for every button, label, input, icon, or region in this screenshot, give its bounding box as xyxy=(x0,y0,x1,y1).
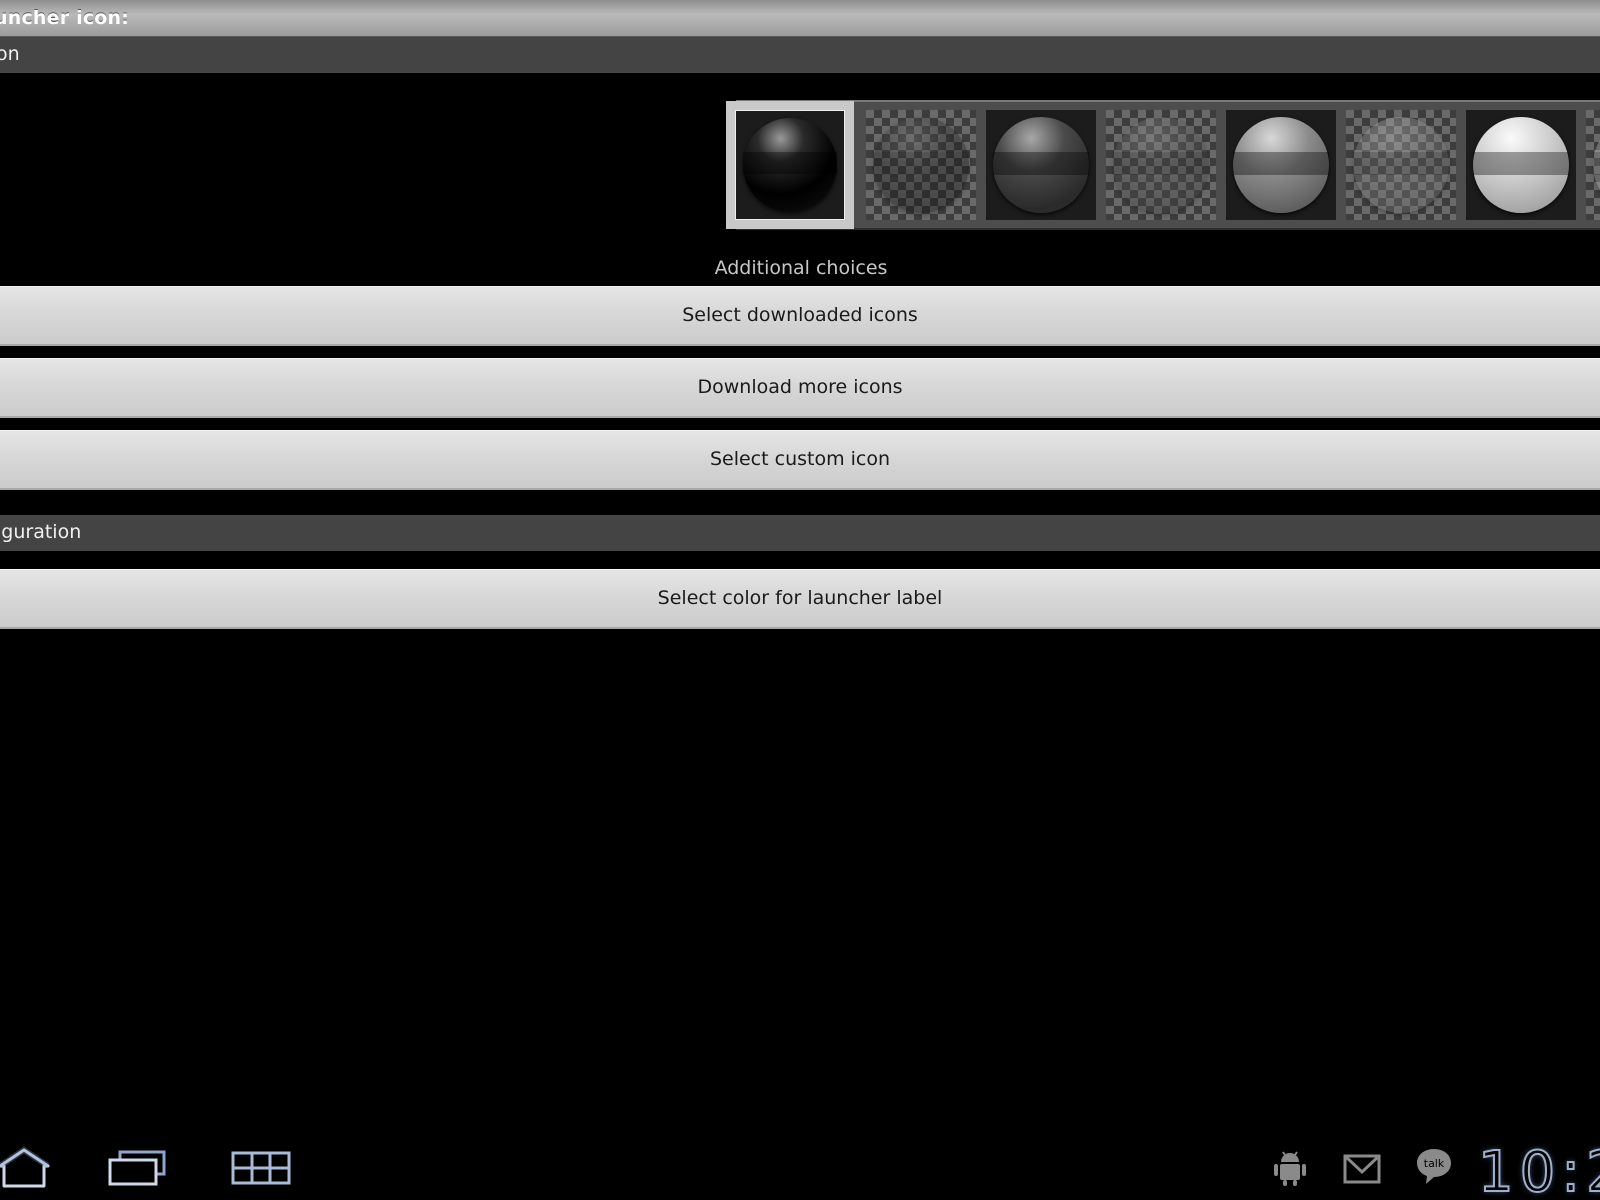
icon-option-light-gray[interactable] xyxy=(1466,110,1576,220)
dialog-title: uncher icon: xyxy=(0,7,130,29)
icon-option-gray[interactable] xyxy=(1226,110,1336,220)
select-color-launcher-label-text: Select color for launcher label xyxy=(657,587,943,609)
gmail-icon[interactable] xyxy=(1343,1154,1381,1184)
section-header-configuration: iguration xyxy=(0,515,1600,551)
icon-option-gray-transparent[interactable] xyxy=(1346,110,1456,220)
select-downloaded-icons-label: Select downloaded icons xyxy=(682,304,918,326)
select-color-launcher-label-button[interactable]: Select color for launcher label xyxy=(0,569,1600,629)
talk-badge-text: talk xyxy=(1424,1157,1445,1170)
status-clock: 10:2 xyxy=(1477,1139,1600,1200)
section-header-icon: on xyxy=(0,37,1600,73)
icon-option-partial[interactable] xyxy=(1586,110,1600,220)
screen: uncher icon: on Additional choices Selec… xyxy=(0,0,1600,1200)
orb-dark-gray-icon xyxy=(993,117,1089,213)
icon-option-dark-gray-transparent[interactable] xyxy=(1106,110,1216,220)
select-custom-icon-button[interactable]: Select custom icon xyxy=(0,430,1600,490)
download-more-icons-button[interactable]: Download more icons xyxy=(0,358,1600,418)
icon-option-black-selected[interactable] xyxy=(726,101,854,229)
recent-apps-icon[interactable] xyxy=(106,1148,168,1188)
orb-dark-gray-transparent-icon xyxy=(1113,117,1209,213)
home-icon[interactable] xyxy=(0,1146,52,1190)
icon-choice-strip[interactable] xyxy=(726,100,1600,230)
orb-gray-icon xyxy=(1233,117,1329,213)
talk-icon[interactable]: talk xyxy=(1414,1146,1454,1186)
select-custom-icon-label: Select custom icon xyxy=(709,448,891,470)
orb-black-icon xyxy=(743,118,837,212)
icon-option-dark-gray[interactable] xyxy=(986,110,1096,220)
dialog-title-bar: uncher icon: xyxy=(0,0,1600,37)
download-more-icons-label: Download more icons xyxy=(697,376,903,398)
additional-choices-label: Additional choices xyxy=(714,257,888,279)
orb-gray-transparent-icon xyxy=(1353,117,1449,213)
system-bar: talk xyxy=(0,1100,1600,1200)
android-debug-icon[interactable] xyxy=(1273,1148,1307,1186)
icon-option-black-transparent[interactable] xyxy=(866,110,976,220)
select-downloaded-icons-button[interactable]: Select downloaded icons xyxy=(0,286,1600,346)
section-header-configuration-label: iguration xyxy=(0,521,82,543)
section-header-icon-label: on xyxy=(0,43,20,65)
orb-partial-icon xyxy=(1593,117,1600,213)
menu-grid-icon[interactable] xyxy=(230,1150,292,1186)
orb-light-gray-icon xyxy=(1473,117,1569,213)
orb-black-transparent-icon xyxy=(873,117,969,213)
